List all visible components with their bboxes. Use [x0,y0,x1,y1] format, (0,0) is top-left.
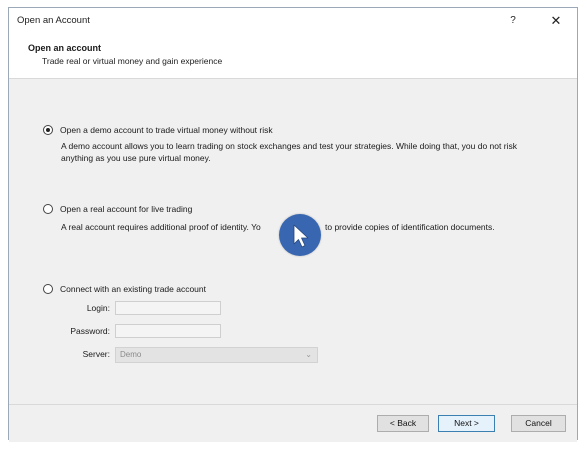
demo-account-description: A demo account allows you to learn tradi… [61,141,517,163]
dialog-header: Open an account Trade real or virtual mo… [9,34,577,79]
real-account-description-continued: to provide copies of identification docu… [325,222,495,232]
server-select[interactable]: Demo ⌄ [115,347,318,363]
chevron-down-icon: ⌄ [305,350,312,359]
login-field[interactable] [115,301,221,315]
login-label: Login: [86,303,110,313]
demo-account-label[interactable]: Open a demo account to trade virtual mon… [60,125,273,135]
server-label: Server: [82,349,110,359]
cancel-button[interactable]: Cancel [511,415,566,432]
header-subtitle: Trade real or virtual money and gain exp… [42,56,223,66]
window-title: Open an Account [17,15,90,26]
password-field[interactable] [115,324,221,338]
demo-account-radio[interactable] [43,125,53,135]
dialog-footer: < Back Next > Cancel [9,404,577,442]
back-button[interactable]: < Back [377,415,429,432]
existing-account-label[interactable]: Connect with an existing trade account [60,284,206,294]
next-button[interactable]: Next > [438,415,495,432]
open-account-dialog: Open an Account ? ✕ Open an account Trad… [8,7,578,442]
real-account-radio[interactable] [43,204,53,214]
cursor-highlight [279,214,321,256]
password-label: Password: [70,326,110,336]
help-button[interactable]: ? [505,13,521,29]
radio-selected-dot [46,128,50,132]
existing-account-radio[interactable] [43,284,53,294]
header-title: Open an account [28,43,102,53]
title-bar: Open an Account ? ✕ [9,8,577,34]
server-value: Demo [120,350,142,359]
mouse-pointer-icon [293,224,309,248]
real-account-label[interactable]: Open a real account for live trading [60,204,192,214]
real-account-description: A real account requires additional proof… [61,222,261,232]
close-button[interactable]: ✕ [547,13,565,29]
